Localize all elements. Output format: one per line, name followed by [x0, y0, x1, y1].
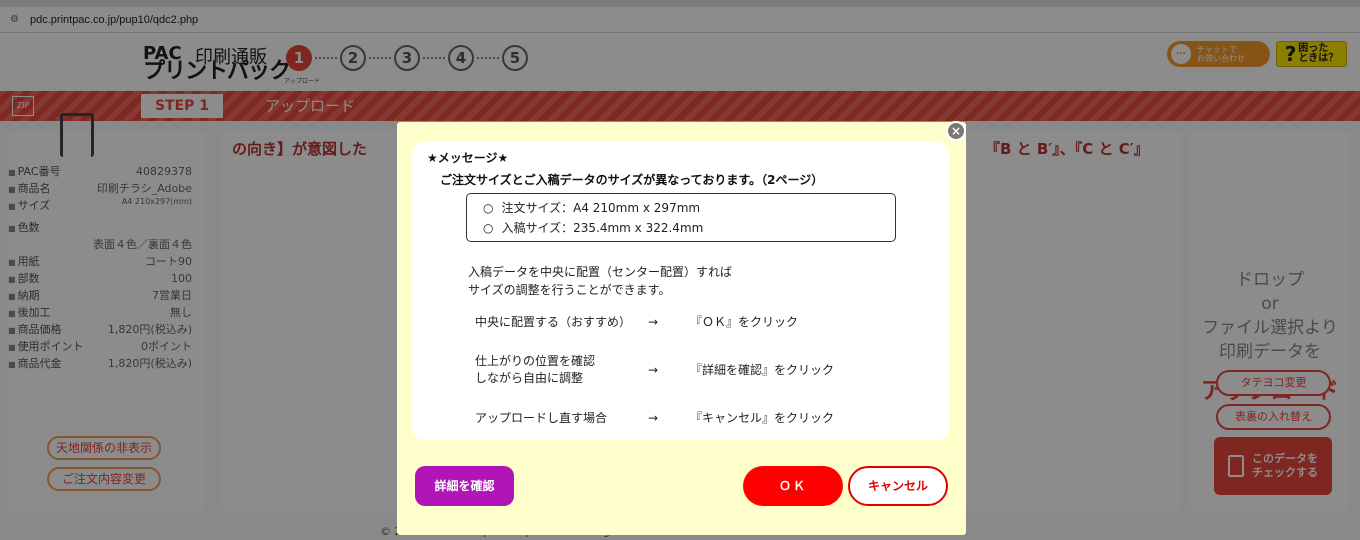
- bullet-circle-icon: ○: [483, 221, 494, 235]
- bullet-circle-icon: ○: [483, 201, 494, 215]
- instr-center-left: 中央に配置する（おすすめ）: [475, 315, 632, 329]
- close-icon[interactable]: ×: [946, 121, 966, 141]
- instr-center-right: 『ＯＫ』をクリック: [690, 315, 799, 329]
- centering-explanation: 入稿データを中央に配置（センター配置）すれば サイズの調整を行うことができます。: [468, 265, 733, 297]
- instr-adjust-left: 仕上がりの位置を確認 しながら自由に調整: [475, 354, 596, 385]
- data-size-line: ○ 入稿サイズ：235.4mm x 322.4mm: [483, 221, 704, 235]
- cancel-button[interactable]: キャンセル: [848, 466, 948, 506]
- instr-reupload-left: アップロードし直す場合: [475, 411, 608, 425]
- order-size-line: ○ 注文サイズ：A4 210mm x 297mm: [483, 201, 701, 215]
- message-subtitle: ご注文サイズとご入稿データのサイズが異なっております。（2ページ）: [440, 173, 824, 187]
- arrow-icon: →: [648, 411, 659, 425]
- instr-reupload-right: 『キャンセル』をクリック: [690, 411, 835, 425]
- view-details-button[interactable]: 詳細を確認: [415, 466, 514, 506]
- ok-button[interactable]: ＯＫ: [743, 466, 843, 506]
- message-title: ★メッセージ★: [427, 151, 509, 165]
- instr-adjust-right: 『詳細を確認』をクリック: [690, 363, 835, 377]
- arrow-icon: →: [648, 315, 659, 329]
- arrow-icon: →: [648, 363, 659, 377]
